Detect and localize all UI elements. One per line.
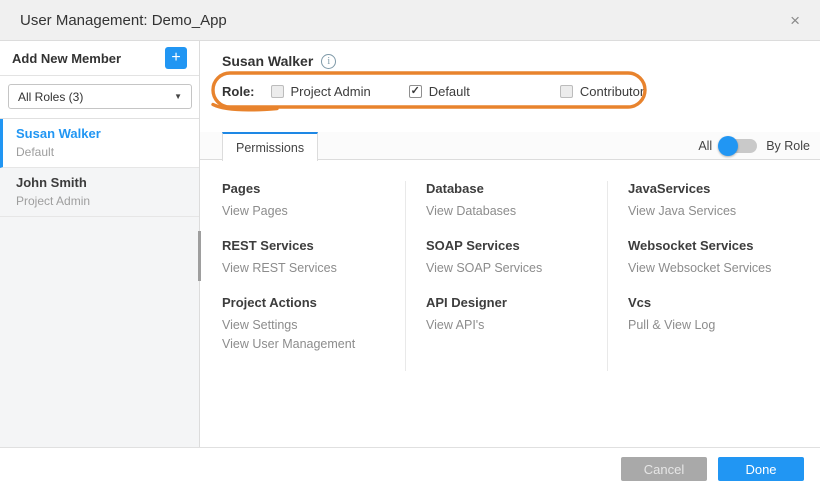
role-option-label: Project Admin <box>291 84 371 99</box>
permission-item[interactable]: View SOAP Services <box>426 259 607 278</box>
permission-item[interactable]: View Websocket Services <box>628 259 809 278</box>
dialog-header: User Management: Demo_App × <box>0 0 820 41</box>
checkbox-icon[interactable]: ✓ <box>409 85 422 98</box>
permission-item[interactable]: Pull & View Log <box>628 316 809 335</box>
done-button[interactable]: Done <box>718 457 804 481</box>
selected-user-heading: Susan Walker i <box>222 53 336 69</box>
permission-group: Database View Databases <box>426 181 607 221</box>
dialog-title: User Management: Demo_App <box>20 12 227 29</box>
role-option-label: Contributor <box>580 84 644 99</box>
switch-knob <box>718 136 738 156</box>
close-icon[interactable]: × <box>786 10 804 31</box>
permission-group-title: Websocket Services <box>628 238 809 253</box>
permissions-column: Database View Databases SOAP Services Vi… <box>405 181 607 371</box>
permission-group: JavaServices View Java Services <box>628 181 809 221</box>
permission-group-title: SOAP Services <box>426 238 607 253</box>
roles-filter-wrap: All Roles (3) ▼ <box>0 76 199 118</box>
permission-group-title: REST Services <box>222 238 405 253</box>
tab-strip: Permissions All By Role <box>200 132 820 160</box>
role-row: Role: Project Admin ✓ Default Contributo… <box>222 84 644 99</box>
user-role: Default <box>16 145 187 159</box>
role-checkbox-option[interactable]: ✓ Default <box>409 84 470 99</box>
user-list-item[interactable]: John Smith Project Admin <box>0 168 199 217</box>
chevron-down-icon: ▼ <box>174 92 182 101</box>
permission-group: Project Actions View SettingsView User M… <box>222 295 405 354</box>
permission-group-title: JavaServices <box>628 181 809 196</box>
all-byrole-toggle-group: All By Role <box>698 132 810 160</box>
scrollbar-thumb[interactable] <box>198 231 201 281</box>
add-member-row: Add New Member + <box>0 41 199 76</box>
permission-group: Pages View Pages <box>222 181 405 221</box>
toggle-right-label: By Role <box>766 139 810 153</box>
info-icon[interactable]: i <box>321 54 336 69</box>
permission-group: Vcs Pull & View Log <box>628 295 809 335</box>
main-panel: Susan Walker i Role: Project Admin ✓ Def… <box>200 41 820 447</box>
role-label: Role: <box>222 84 255 99</box>
permission-group: Websocket Services View Websocket Servic… <box>628 238 809 278</box>
add-member-label: Add New Member <box>12 51 121 66</box>
user-name: Susan Walker <box>16 126 187 141</box>
sidebar: Add New Member + All Roles (3) ▼ Susan W… <box>0 41 200 447</box>
permission-group: REST Services View REST Services <box>222 238 405 278</box>
permission-group-title: Vcs <box>628 295 809 310</box>
role-checkbox-option[interactable]: Project Admin <box>271 84 371 99</box>
checkbox-icon[interactable] <box>271 85 284 98</box>
permission-item[interactable]: View Databases <box>426 202 607 221</box>
add-member-button[interactable]: + <box>165 47 187 69</box>
permission-item[interactable]: View REST Services <box>222 259 405 278</box>
user-list: Susan Walker Default John Smith Project … <box>0 118 199 447</box>
permission-group: API Designer View API's <box>426 295 607 335</box>
user-name: John Smith <box>16 175 187 190</box>
role-option-label: Default <box>429 84 470 99</box>
permission-group-title: Database <box>426 181 607 196</box>
permission-group-title: API Designer <box>426 295 607 310</box>
checkbox-icon[interactable] <box>560 85 573 98</box>
user-list-item[interactable]: Susan Walker Default <box>0 119 199 168</box>
roles-filter-dropdown[interactable]: All Roles (3) ▼ <box>8 84 192 109</box>
permissions-column: Pages View Pages REST Services View REST… <box>222 181 405 371</box>
permission-group-title: Pages <box>222 181 405 196</box>
user-management-dialog: User Management: Demo_App × Add New Memb… <box>0 0 820 490</box>
permission-group-title: Project Actions <box>222 295 405 310</box>
all-byrole-switch[interactable] <box>721 139 757 153</box>
permission-item[interactable]: View Settings <box>222 316 405 335</box>
role-checkbox-option[interactable]: Contributor <box>560 84 644 99</box>
permissions-column: JavaServices View Java Services Websocke… <box>607 181 809 371</box>
permission-item[interactable]: View API's <box>426 316 607 335</box>
permission-item[interactable]: View Pages <box>222 202 405 221</box>
permission-group: SOAP Services View SOAP Services <box>426 238 607 278</box>
permission-item[interactable]: View User Management <box>222 335 405 354</box>
permission-item[interactable]: View Java Services <box>628 202 809 221</box>
permissions-grid: Pages View Pages REST Services View REST… <box>222 181 809 371</box>
user-role: Project Admin <box>16 194 187 208</box>
toggle-left-label: All <box>698 139 712 153</box>
cancel-button[interactable]: Cancel <box>621 457 707 481</box>
roles-filter-value: All Roles (3) <box>18 90 83 104</box>
selected-user-name: Susan Walker <box>222 53 313 69</box>
dialog-body: Add New Member + All Roles (3) ▼ Susan W… <box>0 41 820 447</box>
dialog-footer: Cancel Done <box>0 447 820 490</box>
tab-permissions[interactable]: Permissions <box>222 132 318 161</box>
